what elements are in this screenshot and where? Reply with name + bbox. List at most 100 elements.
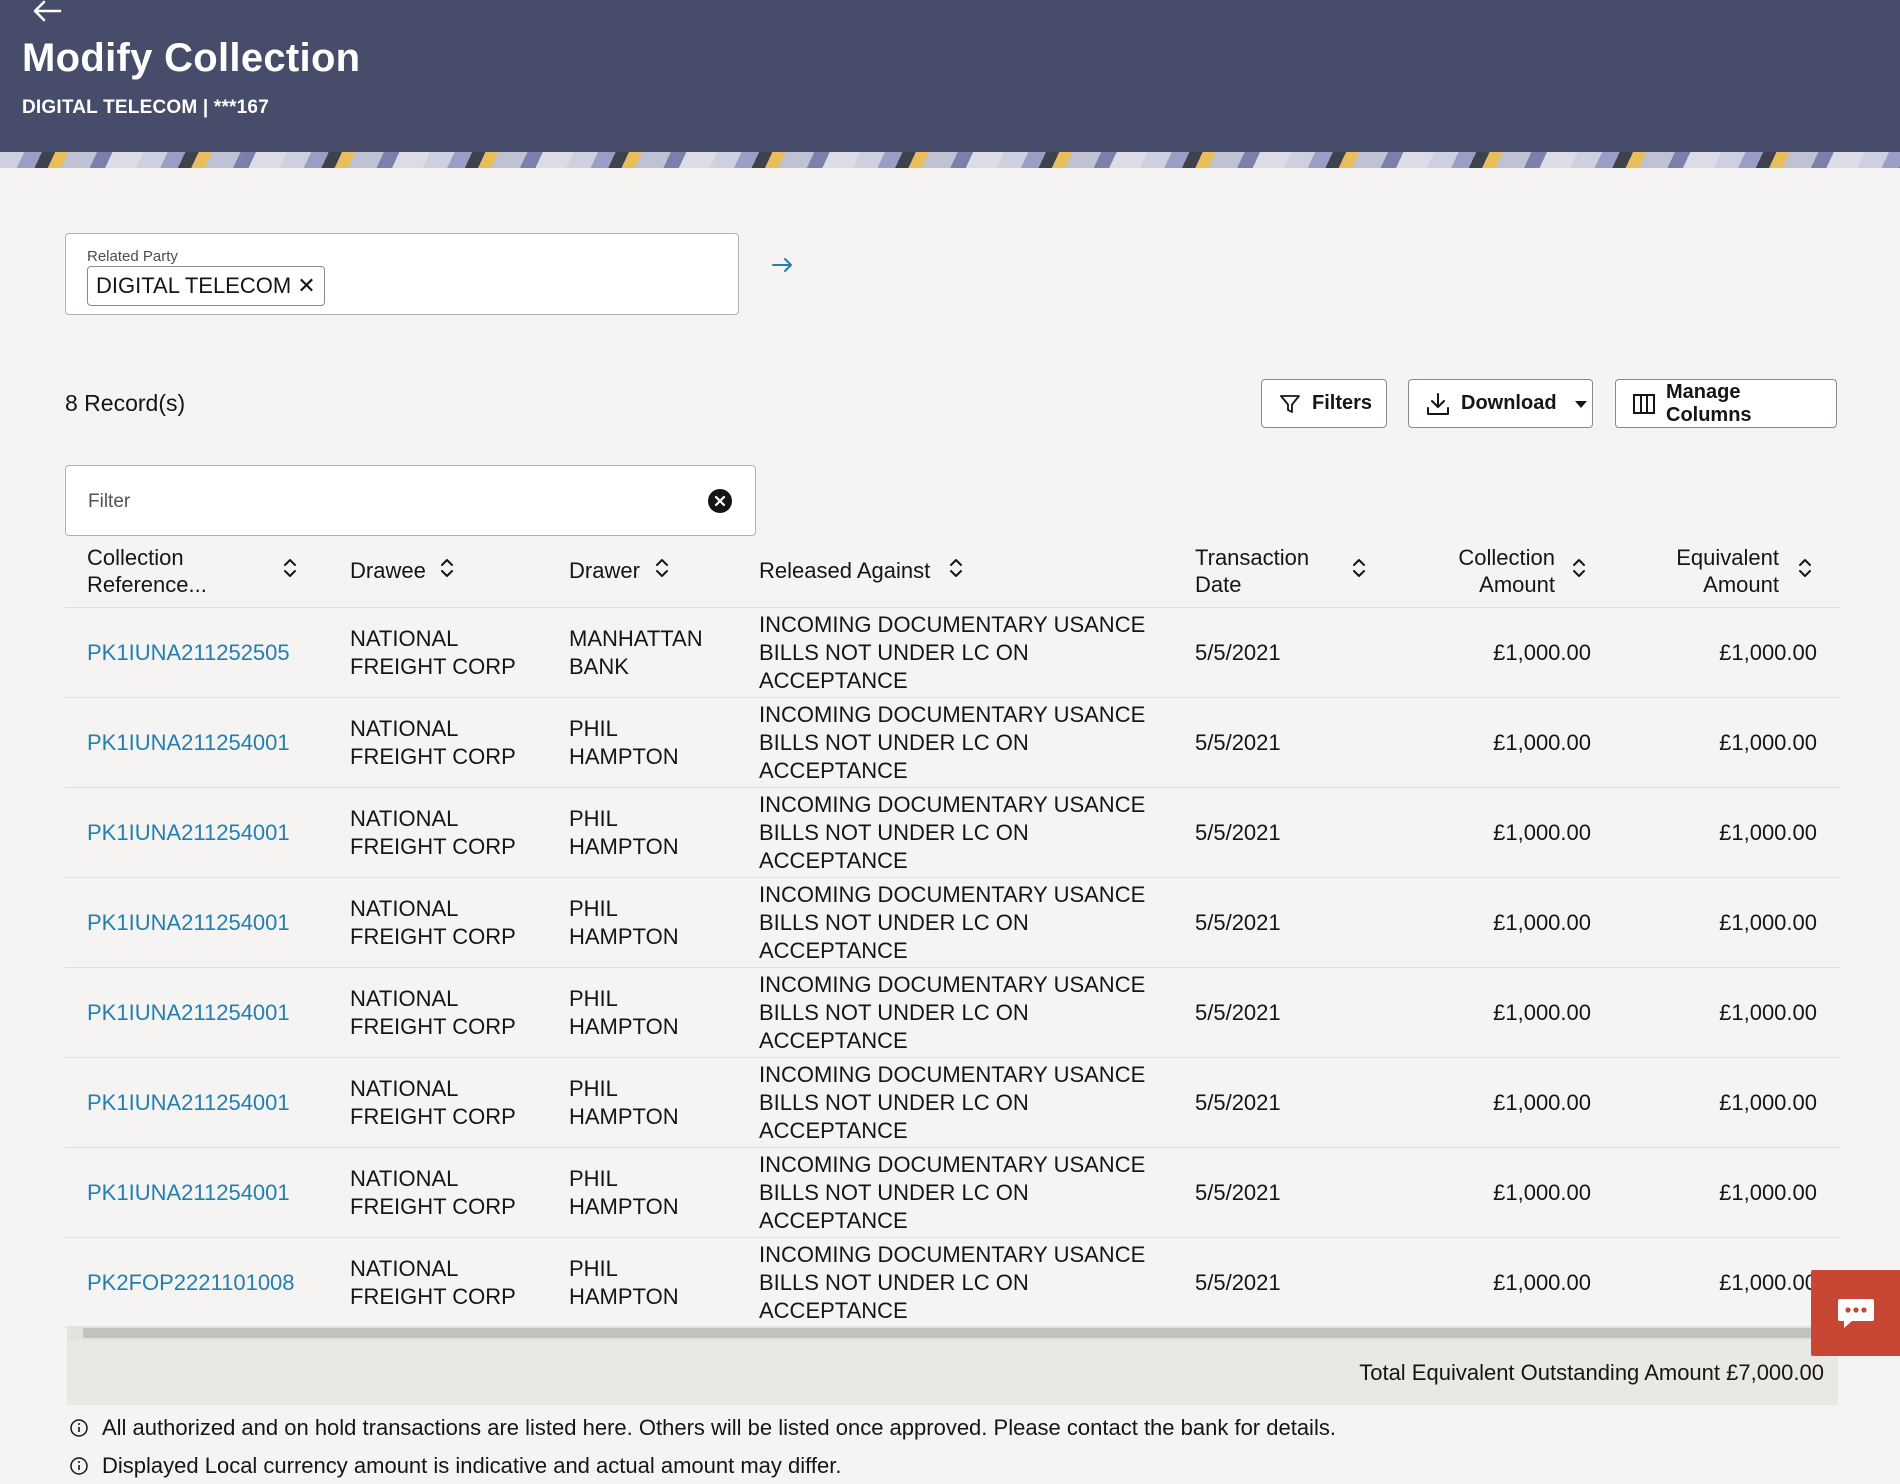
collection-reference-link[interactable]: PK1IUNA211252505 [87, 639, 290, 667]
collection-amount-cell: £1,000.00 [1493, 1269, 1591, 1295]
transaction-date-cell: 5/5/2021 [1195, 999, 1281, 1025]
drawee-cell: NATIONAL FREIGHT CORP [350, 625, 516, 679]
drawer-cell: PHIL HAMPTON [569, 1255, 679, 1309]
table-row: PK2FOP2221101008 NATIONAL FREIGHT CORP P… [65, 1238, 1840, 1328]
clear-icon[interactable] [707, 488, 733, 514]
collection-reference-link[interactable]: PK1IUNA211254001 [87, 1179, 290, 1207]
released-against-cell: INCOMING DOCUMENTARY USANCE BILLS NOT UN… [759, 1241, 1146, 1323]
arrow-right-icon[interactable] [770, 252, 796, 278]
header-collection-reference[interactable]: Collection Reference... [87, 544, 237, 598]
manage-columns-button-label: Manage Columns [1666, 380, 1752, 426]
header-drawee[interactable]: Drawee [350, 557, 426, 584]
sort-icon[interactable] [1351, 556, 1367, 580]
transaction-date-cell: 5/5/2021 [1195, 909, 1281, 935]
collection-amount-cell: £1,000.00 [1493, 1089, 1591, 1115]
related-party-chip-label: DIGITAL TELECOM [96, 273, 292, 298]
collection-amount-cell: £1,000.00 [1493, 909, 1591, 935]
drawee-cell: NATIONAL FREIGHT CORP [350, 1165, 516, 1219]
sort-icon[interactable] [1797, 556, 1813, 580]
scrollbar-thumb[interactable] [83, 1328, 1835, 1338]
transaction-date-cell: 5/5/2021 [1195, 729, 1281, 755]
related-party-label: Related Party [87, 248, 178, 265]
equivalent-amount-cell: £1,000.00 [1719, 909, 1817, 935]
header-transaction-date[interactable]: Transaction Date [1195, 544, 1325, 598]
drawee-cell: NATIONAL FREIGHT CORP [350, 895, 516, 949]
transaction-date-cell: 5/5/2021 [1195, 1089, 1281, 1115]
drawee-cell: NATIONAL FREIGHT CORP [350, 985, 516, 1039]
table-body: PK1IUNA211252505 NATIONAL FREIGHT CORP M… [65, 608, 1840, 1328]
collection-amount-cell: £1,000.00 [1493, 639, 1591, 665]
released-against-cell: INCOMING DOCUMENTARY USANCE BILLS NOT UN… [759, 701, 1146, 783]
info-note-text: All authorized and on hold transactions … [102, 1415, 1336, 1440]
drawer-cell: MANHATTAN BANK [569, 625, 703, 679]
collection-reference-link[interactable]: PK1IUNA211254001 [87, 999, 290, 1027]
transaction-date-cell: 5/5/2021 [1195, 819, 1281, 845]
sort-icon[interactable] [948, 556, 964, 580]
chip-remove-icon[interactable]: ✕ [297, 275, 315, 297]
collection-amount-cell: £1,000.00 [1493, 1179, 1591, 1205]
collection-reference-link[interactable]: PK2FOP2221101008 [87, 1269, 295, 1297]
sort-icon[interactable] [282, 556, 298, 580]
header-equivalent-amount[interactable]: Equivalent Amount [1655, 544, 1779, 598]
transaction-date-cell: 5/5/2021 [1195, 1269, 1281, 1295]
header-released-against[interactable]: Released Against [759, 557, 930, 584]
header-banner-pattern [0, 152, 1900, 168]
related-party-field[interactable]: Related Party DIGITAL TELECOM ✕ [65, 233, 739, 315]
download-button-label: Download [1461, 392, 1557, 414]
table-row: PK1IUNA211254001 NATIONAL FREIGHT CORP P… [65, 788, 1840, 878]
manage-columns-button[interactable]: Manage Columns [1615, 379, 1837, 428]
sort-icon[interactable] [439, 556, 455, 580]
back-arrow-icon[interactable] [30, 0, 64, 26]
drawer-cell: PHIL HAMPTON [569, 895, 679, 949]
table-row: PK1IUNA211254001 NATIONAL FREIGHT CORP P… [65, 878, 1840, 968]
equivalent-amount-cell: £1,000.00 [1719, 1269, 1817, 1295]
equivalent-amount-cell: £1,000.00 [1719, 1089, 1817, 1115]
drawer-cell: PHIL HAMPTON [569, 1165, 679, 1219]
drawee-cell: NATIONAL FREIGHT CORP [350, 1075, 516, 1129]
equivalent-amount-cell: £1,000.00 [1719, 639, 1817, 665]
filters-button[interactable]: Filters [1261, 379, 1387, 428]
equivalent-amount-cell: £1,000.00 [1719, 999, 1817, 1025]
collections-table: Collection Reference... Drawee Drawer Re… [65, 536, 1840, 1328]
header-drawer[interactable]: Drawer [569, 557, 640, 584]
table-row: PK1IUNA211254001 NATIONAL FREIGHT CORP P… [65, 698, 1840, 788]
drawer-cell: PHIL HAMPTON [569, 1075, 679, 1129]
download-button[interactable]: Download [1408, 379, 1593, 428]
sort-icon[interactable] [654, 556, 670, 580]
collection-amount-cell: £1,000.00 [1493, 729, 1591, 755]
download-icon [1427, 392, 1449, 415]
released-against-cell: INCOMING DOCUMENTARY USANCE BILLS NOT UN… [759, 1151, 1146, 1233]
collection-reference-link[interactable]: PK1IUNA211254001 [87, 819, 290, 847]
drawee-cell: NATIONAL FREIGHT CORP [350, 715, 516, 769]
horizontal-scrollbar[interactable] [67, 1326, 1838, 1340]
equivalent-amount-cell: £1,000.00 [1719, 729, 1817, 755]
filter-input[interactable] [86, 486, 650, 518]
info-icon [70, 1457, 88, 1475]
page-title: Modify Collection [22, 36, 361, 80]
transaction-date-cell: 5/5/2021 [1195, 639, 1281, 665]
sort-icon[interactable] [1571, 556, 1587, 580]
header-collection-amount[interactable]: Collection Amount [1435, 544, 1555, 598]
filter-funnel-icon [1280, 394, 1300, 413]
chat-icon [1837, 1299, 1874, 1328]
info-note: All authorized and on hold transactions … [70, 1415, 1336, 1441]
caret-down-icon [1574, 400, 1587, 408]
table-row: PK1IUNA211254001 NATIONAL FREIGHT CORP P… [65, 1148, 1840, 1238]
drawee-cell: NATIONAL FREIGHT CORP [350, 1255, 516, 1309]
drawee-cell: NATIONAL FREIGHT CORP [350, 805, 516, 859]
filter-box [65, 465, 756, 536]
released-against-cell: INCOMING DOCUMENTARY USANCE BILLS NOT UN… [759, 611, 1146, 693]
chat-button[interactable] [1811, 1270, 1900, 1356]
drawer-cell: PHIL HAMPTON [569, 715, 679, 769]
collection-amount-cell: £1,000.00 [1493, 999, 1591, 1025]
collection-reference-link[interactable]: PK1IUNA211254001 [87, 909, 290, 937]
drawer-cell: PHIL HAMPTON [569, 985, 679, 1039]
total-outstanding-amount: Total Equivalent Outstanding Amount £7,0… [1359, 1360, 1824, 1385]
released-against-cell: INCOMING DOCUMENTARY USANCE BILLS NOT UN… [759, 791, 1146, 873]
collection-reference-link[interactable]: PK1IUNA211254001 [87, 1089, 290, 1117]
related-party-chip: DIGITAL TELECOM ✕ [87, 266, 325, 306]
collection-reference-link[interactable]: PK1IUNA211254001 [87, 729, 290, 757]
table-row: PK1IUNA211254001 NATIONAL FREIGHT CORP P… [65, 1058, 1840, 1148]
drawer-cell: PHIL HAMPTON [569, 805, 679, 859]
page-subtitle: DIGITAL TELECOM | ***167 [22, 97, 269, 118]
